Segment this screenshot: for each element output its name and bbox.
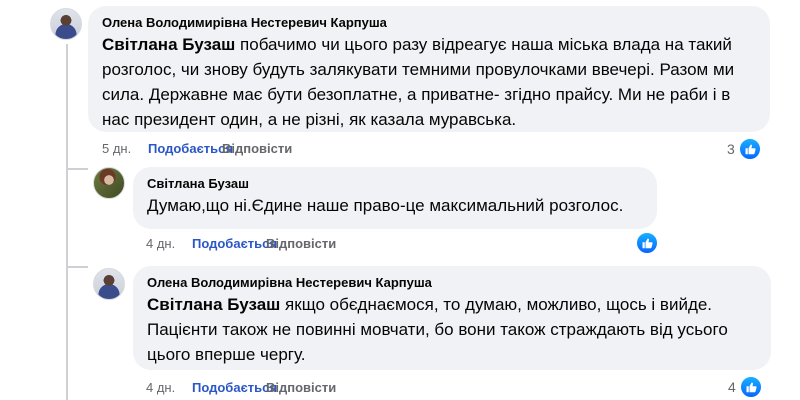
thread-line-branch-2 — [66, 266, 88, 268]
comment-text: Думаю,що ні.Єдине наше право-це максимал… — [147, 193, 643, 218]
reply-button[interactable]: Відповісти — [266, 380, 336, 396]
comment-author[interactable]: Олена Володимирівна Нестеревич Карпуша — [147, 274, 757, 292]
avatar[interactable] — [50, 8, 82, 40]
comment-time[interactable]: 4 дн. — [146, 236, 192, 252]
like-button[interactable]: Подобається — [148, 141, 233, 157]
avatar[interactable] — [93, 268, 125, 300]
comment-actions: 4 дн. Подобається Відповісти — [146, 380, 336, 396]
thread-line-branch-1 — [66, 168, 88, 170]
reply-button[interactable]: Відповісти — [266, 236, 336, 252]
reaction-count: 4 — [728, 379, 736, 395]
comment-text: Світлана Бузаш якщо обєднаємося, то дума… — [147, 292, 757, 367]
reaction-summary[interactable] — [632, 231, 659, 255]
thumbs-up-icon — [738, 375, 763, 399]
comment-author[interactable]: Олена Володимирівна Нестеревич Карпуша — [102, 14, 756, 32]
like-button[interactable]: Подобається — [192, 380, 277, 396]
comment-text: Світлана Бузаш побачимо чи цього разу ві… — [102, 32, 756, 132]
thread-line-main — [66, 44, 68, 400]
comment-bubble: Світлана Бузаш Думаю,що ні.Єдине наше пр… — [133, 167, 657, 229]
comment-body: Думаю,що ні.Єдине наше право-це максимал… — [147, 196, 624, 215]
reaction-count: 3 — [727, 141, 735, 157]
comment-author[interactable]: Світлана Бузаш — [147, 175, 643, 193]
mention-link[interactable]: Світлана Бузаш — [147, 295, 280, 314]
reaction-summary[interactable]: 4 — [728, 375, 763, 399]
reply-button[interactable]: Відповісти — [222, 141, 292, 157]
like-button[interactable]: Подобається — [192, 236, 277, 252]
comment-actions: 4 дн. Подобається Відповісти — [146, 236, 336, 252]
comment-bubble: Олена Володимирівна Нестеревич Карпуша С… — [133, 266, 771, 370]
reaction-summary[interactable]: 3 — [727, 137, 762, 161]
comment-time[interactable]: 5 дн. — [102, 141, 148, 157]
mention-link[interactable]: Світлана Бузаш — [102, 35, 235, 54]
comment-actions: 5 дн. Подобається Відповісти — [102, 141, 292, 157]
thumbs-up-icon — [737, 137, 762, 161]
comment-bubble: Олена Володимирівна Нестеревич Карпуша С… — [88, 6, 770, 132]
comment-time[interactable]: 4 дн. — [146, 380, 192, 396]
thumbs-up-icon — [635, 231, 659, 255]
avatar[interactable] — [93, 167, 125, 199]
